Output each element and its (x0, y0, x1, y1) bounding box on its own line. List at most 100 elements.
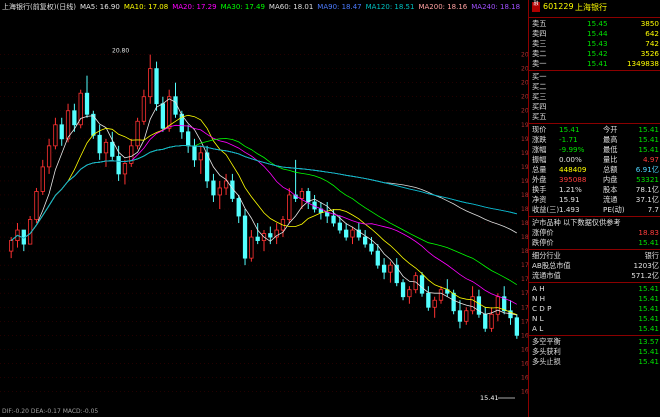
ask-label: 卖三 (532, 39, 547, 48)
candle-body (344, 229, 349, 238)
industry-value: 1203亿 (633, 261, 659, 270)
candle-body (375, 250, 380, 266)
ma-line (10, 145, 517, 241)
stat-value: 6.91亿 (635, 165, 659, 174)
ask-label: 卖二 (532, 49, 547, 58)
y-tick-label: 17.60 (521, 276, 528, 283)
stat-value: 15.41 (638, 135, 659, 144)
last-price-label: 15.41 (480, 394, 499, 402)
divider (529, 70, 660, 71)
stock-title[interactable]: 融 601229 上海银行 (529, 0, 660, 14)
stat-value: 78.1亿 (635, 185, 659, 194)
candle-body (464, 310, 469, 322)
stat-label: 振幅 (532, 155, 547, 164)
candle-body (34, 191, 39, 220)
y-tick-label: 16.00 (521, 388, 528, 395)
level-label: C D P (532, 304, 552, 313)
quote-row: 买二 (529, 82, 660, 92)
candlestick-chart[interactable]: 20.80 20.60 20.40 20.20 20.00 19.80 19.60 19.40… (0, 0, 528, 417)
stat-value: 37.1亿 (635, 195, 659, 204)
bid-label: 买三 (532, 92, 547, 101)
quote-row: A L 15.41 (529, 324, 660, 334)
quote-row: 买一 (529, 72, 660, 82)
y-tick-label: 16.20 (521, 374, 528, 381)
stat-label: 量比 (603, 155, 618, 164)
candle-body (268, 233, 273, 238)
level-value: 15.41 (638, 304, 659, 313)
candle-body (53, 124, 58, 147)
industry-label: 细分行业 (532, 251, 561, 260)
stat-value: 53321 (636, 175, 659, 184)
ma-legend-item: MA200: 18.16 (418, 3, 468, 11)
candle-body (110, 141, 115, 157)
divider (529, 335, 660, 336)
stat-value: 448409 (559, 165, 587, 174)
ma-line (10, 145, 517, 241)
level-value: 15.41 (638, 324, 659, 333)
y-tick-label: 19.20 (521, 164, 528, 171)
divider (529, 123, 660, 124)
candle-body (148, 68, 153, 98)
signal-value: 15.41 (638, 347, 659, 356)
candle-body (160, 103, 166, 129)
industry-value: 银行 (644, 251, 659, 260)
candle-body (65, 110, 71, 140)
industry-label: AB股总市值 (532, 261, 571, 270)
candle-body (457, 310, 463, 322)
candle-body (483, 313, 488, 329)
quote-row: 总量 448409 总额 6.91亿 (529, 165, 660, 175)
ask-volume: 3850 (640, 19, 659, 28)
quote-row: 涨幅 -9.99% 最低 15.41 (529, 145, 660, 155)
stat-value: 0.00% (559, 155, 582, 164)
candle-body (211, 180, 216, 196)
stat-value: 1.21% (559, 185, 582, 194)
y-tick-label: 19.60 (521, 136, 528, 143)
stat-label: 净资 (532, 195, 547, 204)
candle-body (350, 229, 355, 238)
quote-row: 多空平衡 13.57 (529, 337, 660, 347)
ma-legend-item: MA90: 18.47 (317, 3, 362, 11)
candle-body (400, 282, 406, 298)
ma-line (10, 145, 517, 241)
candle-body (470, 296, 475, 312)
quote-row: 卖五 15.45 3850 (529, 19, 660, 29)
quote-row: 细分行业 银行 (529, 251, 660, 261)
candle-body (198, 152, 203, 161)
stat-label: 内盘 (603, 175, 618, 184)
candle-body (192, 145, 197, 161)
stat-label: 收益(三) (532, 205, 560, 214)
bid-label: 买四 (532, 102, 547, 111)
stat-label: PE(动) (603, 205, 625, 214)
ask-price: 15.44 (587, 29, 608, 38)
ma-legend-item: MA10: 17.08 (123, 3, 169, 11)
quote-row: 现价 15.41 今开 15.41 (529, 125, 660, 135)
quote-row: 涨跌 -1.71 最高 15.41 (529, 135, 660, 145)
stat-value: 395088 (559, 175, 587, 184)
candle-body (381, 264, 387, 273)
divider (529, 282, 660, 283)
candle-body (217, 187, 222, 196)
margin-badge: 融 (532, 2, 540, 12)
quote-row: 卖四 15.44 642 (529, 29, 660, 39)
level-value: 15.41 (638, 314, 659, 323)
ma-line (10, 124, 517, 305)
stat-label: 今开 (603, 125, 618, 134)
quote-row: AB股总市值 1203亿 (529, 261, 660, 271)
data-notice: 沪市品种 以下数据仅供参考 (532, 218, 621, 227)
quote-row: 沪市品种 以下数据仅供参考 (529, 218, 660, 228)
level-label: A L (532, 324, 544, 333)
ma-line (10, 138, 518, 286)
candle-body (255, 236, 260, 241)
candle-body (362, 236, 368, 245)
y-tick-label: 17.40 (521, 290, 528, 297)
candle-body (59, 124, 64, 140)
quote-row: 振幅 0.00% 量比 4.97 (529, 155, 660, 165)
quote-panel: 融 601229 上海银行 卖五 15.45 3850 卖四 15.44 642 卖三 15.… (528, 0, 660, 417)
stock-code: 601229 (543, 2, 574, 11)
candle-body (135, 120, 140, 147)
candle-body (249, 236, 254, 259)
high-price-label: 20.80 (112, 48, 129, 55)
bid-label: 买二 (532, 82, 547, 91)
candle-body (122, 162, 128, 175)
candle-body (432, 299, 437, 308)
